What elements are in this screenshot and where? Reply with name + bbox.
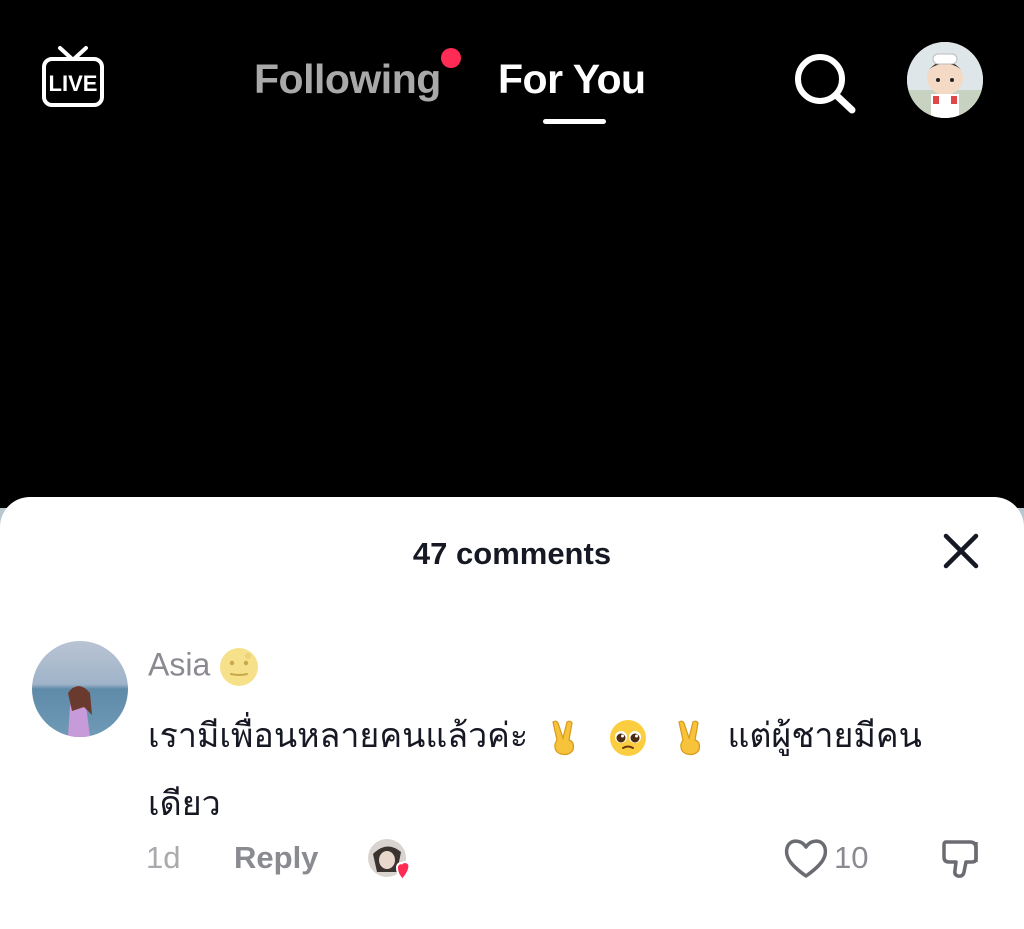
close-icon[interactable] — [940, 530, 982, 572]
comment-text-part3: เดียว — [148, 784, 221, 824]
tab-following[interactable]: Following — [254, 56, 441, 103]
pleading-face-emoji-icon — [609, 719, 646, 756]
active-tab-indicator — [543, 119, 606, 124]
commenter-avatar[interactable] — [32, 641, 128, 737]
comment-text-part2: แต่ผู้ชายมีคน — [727, 716, 922, 756]
victory-hand-emoji-icon — [677, 720, 700, 755]
victory-hand-emoji-icon — [552, 720, 575, 755]
notification-dot — [441, 48, 461, 68]
like-count: 10 — [834, 840, 869, 875]
comment-username[interactable]: Asia — [148, 646, 260, 688]
profile-avatar[interactable] — [907, 42, 983, 118]
comments-count-title: 47 comments — [412, 536, 612, 571]
username-text: Asia — [148, 646, 211, 683]
reply-button[interactable]: Reply — [234, 840, 318, 876]
dislike-thumbs-down-icon[interactable] — [940, 836, 984, 880]
heart-like-icon[interactable] — [783, 836, 829, 880]
comment-timestamp: 1d — [146, 840, 181, 875]
creator-liked-avatar-icon — [368, 839, 411, 881]
live-label: LIVE — [49, 71, 98, 96]
comment-text-part1: เรามีเพื่อนหลายคนแล้วค่ะ — [148, 716, 529, 756]
top-navigation-bar: LIVE Following For You — [0, 0, 1024, 140]
search-icon[interactable] — [790, 50, 858, 114]
tab-for-you[interactable]: For You — [498, 56, 646, 103]
moon-face-emoji-icon — [220, 648, 259, 686]
comment-text: เรามีเพื่อนหลายคนแล้วค่ะ แต่ผู้ชายมีคน เ… — [148, 702, 978, 838]
live-tv-icon[interactable]: LIVE — [38, 44, 108, 114]
